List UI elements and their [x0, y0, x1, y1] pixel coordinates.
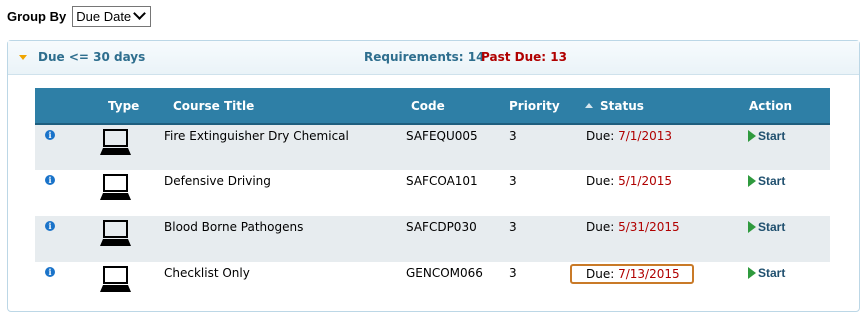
play-icon — [748, 175, 756, 187]
play-icon — [748, 267, 756, 279]
col-course-title[interactable]: Course Title — [162, 88, 408, 124]
due-date: 7/13/2015 — [618, 267, 680, 281]
due-date: 7/1/2013 — [618, 129, 673, 143]
status: Due: 7/1/2013 — [586, 129, 673, 143]
sort-asc-icon — [585, 102, 593, 108]
requirements-table: Type Course Title Code Priority Status A… — [35, 88, 830, 308]
status: Due: 7/13/2015 — [570, 263, 718, 284]
course-code: GENCOM066 — [406, 266, 483, 280]
due-date: 5/31/2015 — [618, 220, 680, 234]
priority: 3 — [509, 174, 517, 188]
info-icon[interactable]: i — [45, 221, 55, 231]
start-button[interactable]: Start — [748, 174, 785, 188]
col-priority[interactable]: Priority — [509, 88, 573, 124]
info-icon[interactable]: i — [45, 267, 55, 277]
group-header[interactable]: Due <= 30 days Requirements: 14 Past Due… — [8, 41, 859, 75]
computer-icon — [100, 266, 131, 292]
info-icon[interactable]: i — [45, 130, 55, 140]
group-by-value: Due Date — [76, 9, 132, 24]
collapse-caret-icon[interactable] — [19, 55, 27, 60]
course-code: SAFCOA101 — [406, 174, 478, 188]
course-title: Blood Borne Pathogens — [164, 220, 304, 234]
group-title[interactable]: Due <= 30 days — [38, 50, 145, 64]
priority: 3 — [509, 129, 517, 143]
table-row: i Fire Extinguisher Dry Chemical SAFEQU0… — [35, 124, 830, 170]
col-code[interactable]: Code — [408, 88, 511, 124]
priority: 3 — [509, 266, 517, 280]
status: Due: 5/31/2015 — [586, 220, 680, 234]
col-status[interactable]: Status — [573, 88, 718, 124]
play-icon — [748, 221, 756, 233]
col-info — [35, 88, 70, 124]
status: Due: 5/1/2015 — [586, 174, 673, 188]
play-icon — [748, 130, 756, 142]
course-title: Defensive Driving — [164, 174, 271, 188]
course-title: Fire Extinguisher Dry Chemical — [164, 129, 349, 143]
info-icon[interactable]: i — [45, 175, 55, 185]
col-action[interactable]: Action — [718, 88, 830, 124]
status-highlight: Due: 7/13/2015 — [570, 264, 694, 284]
group-by-label: Group By — [7, 9, 67, 24]
course-code: SAFEQU005 — [406, 129, 478, 143]
course-code: SAFCDP030 — [406, 220, 477, 234]
due-date: 5/1/2015 — [618, 174, 673, 188]
start-button[interactable]: Start — [748, 266, 785, 280]
table-row: i Blood Borne Pathogens SAFCDP030 3 Due:… — [35, 216, 830, 262]
table-row: i Checklist Only GENCOM066 3 Due: 7/13/2… — [35, 262, 830, 308]
col-type[interactable]: Type — [70, 88, 162, 124]
table-header-row: Type Course Title Code Priority Status A… — [35, 88, 830, 124]
start-button[interactable]: Start — [748, 220, 785, 234]
past-due-count: Past Due: 13 — [481, 50, 567, 64]
computer-icon — [100, 220, 131, 246]
requirements-count: Requirements: 14 — [364, 50, 485, 64]
group-by-control: Group By Due Date — [7, 6, 152, 27]
computer-icon — [100, 129, 131, 155]
chevron-down-icon — [133, 7, 147, 20]
due-group-panel: Due <= 30 days Requirements: 14 Past Due… — [7, 40, 860, 312]
computer-icon — [100, 174, 131, 200]
start-button[interactable]: Start — [748, 129, 785, 143]
group-by-select[interactable]: Due Date — [72, 6, 152, 27]
course-title: Checklist Only — [164, 266, 250, 280]
priority: 3 — [509, 220, 517, 234]
table-row: i Defensive Driving SAFCOA101 3 Due: 5/1… — [35, 170, 830, 216]
